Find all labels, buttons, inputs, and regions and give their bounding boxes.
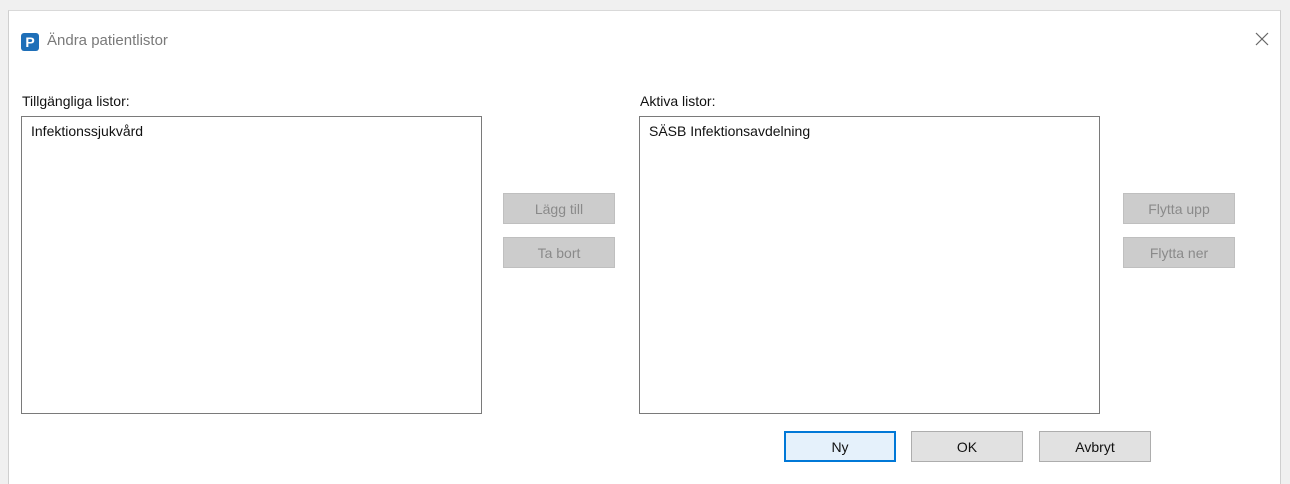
change-patient-lists-dialog: P Ändra patientlistor Tillgängliga listo…: [8, 10, 1281, 484]
active-lists-label: Aktiva listor:: [640, 93, 716, 109]
move-down-button[interactable]: Flytta ner: [1123, 237, 1235, 268]
available-lists-listbox[interactable]: Infektionssjukvård: [21, 116, 482, 414]
list-item[interactable]: SÄSB Infektionsavdelning: [649, 121, 1090, 141]
title-bar: P Ändra patientlistor: [9, 11, 1280, 73]
app-logo-icon: P: [21, 33, 39, 51]
list-item[interactable]: Infektionssjukvård: [31, 121, 472, 141]
add-button[interactable]: Lägg till: [503, 193, 615, 224]
dialog-title: Ändra patientlistor: [47, 32, 168, 49]
close-icon[interactable]: [1252, 29, 1272, 49]
new-button[interactable]: Ny: [784, 431, 896, 462]
cancel-button[interactable]: Avbryt: [1039, 431, 1151, 462]
available-lists-label: Tillgängliga listor:: [22, 93, 130, 109]
move-up-button[interactable]: Flytta upp: [1123, 193, 1235, 224]
active-lists-listbox[interactable]: SÄSB Infektionsavdelning: [639, 116, 1100, 414]
ok-button[interactable]: OK: [911, 431, 1023, 462]
remove-button[interactable]: Ta bort: [503, 237, 615, 268]
